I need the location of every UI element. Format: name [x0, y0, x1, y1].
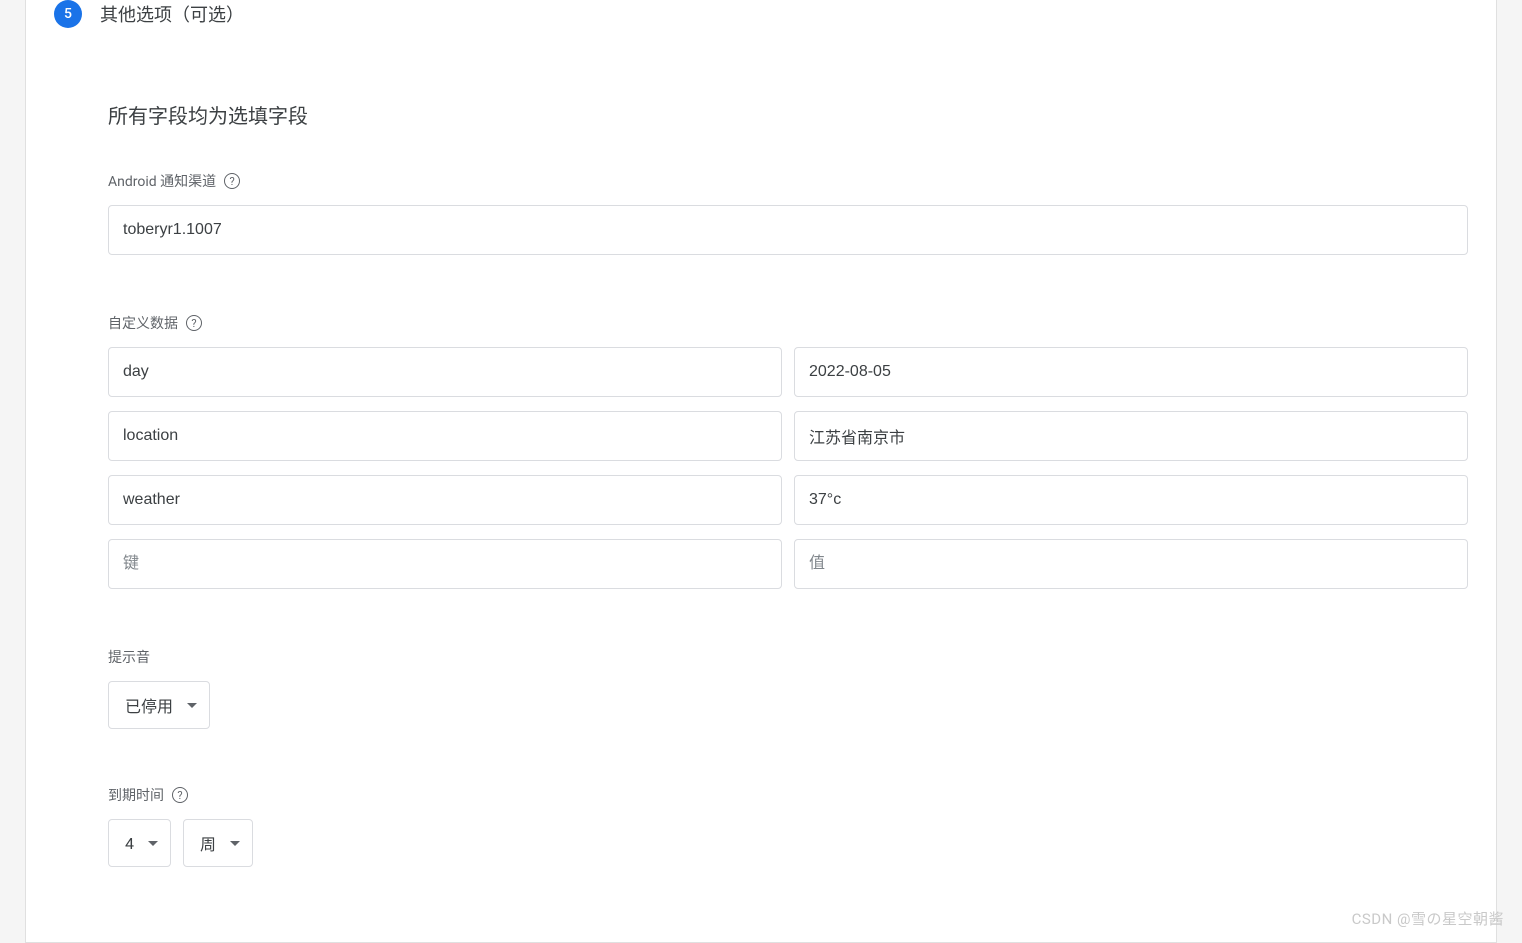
- expiry-unit-value: 周: [200, 831, 216, 855]
- android-channel-block: Android 通知渠道 ?: [108, 171, 1468, 255]
- kv-value-input[interactable]: [794, 411, 1468, 461]
- custom-data-block: 自定义数据 ?: [108, 313, 1468, 589]
- kv-row-empty: [108, 539, 1468, 589]
- step-header: 5 其他选项（可选）: [54, 0, 1468, 28]
- kv-row: [108, 411, 1468, 461]
- kv-value-input[interactable]: [794, 539, 1468, 589]
- kv-row: [108, 347, 1468, 397]
- custom-data-grid: [108, 347, 1468, 589]
- expiry-unit-select[interactable]: 周: [183, 819, 253, 867]
- sound-label: 提示音: [108, 647, 150, 667]
- sound-block: 提示音 已停用: [108, 647, 1468, 729]
- help-icon[interactable]: ?: [186, 315, 202, 331]
- expiry-amount-value: 4: [125, 834, 134, 853]
- watermark-text: CSDN @雪の星空朝酱: [1352, 908, 1504, 929]
- custom-data-label: 自定义数据: [108, 313, 178, 333]
- help-icon[interactable]: ?: [224, 173, 240, 189]
- expiry-block: 到期时间 ? 4 周: [108, 785, 1468, 867]
- step-number-badge: 5: [54, 0, 82, 28]
- sound-select-value: 已停用: [125, 693, 173, 717]
- kv-value-input[interactable]: [794, 475, 1468, 525]
- form-content: 所有字段均为选填字段 Android 通知渠道 ? 自定义数据 ?: [54, 28, 1468, 867]
- kv-key-input[interactable]: [108, 475, 782, 525]
- android-channel-label: Android 通知渠道: [108, 171, 216, 191]
- kv-value-input[interactable]: [794, 347, 1468, 397]
- kv-key-input[interactable]: [108, 347, 782, 397]
- expiry-label: 到期时间: [108, 785, 164, 805]
- sound-select[interactable]: 已停用: [108, 681, 210, 729]
- kv-key-input[interactable]: [108, 411, 782, 461]
- form-panel: 5 其他选项（可选） 所有字段均为选填字段 Android 通知渠道 ? 自定义…: [25, 0, 1497, 943]
- kv-row: [108, 475, 1468, 525]
- android-channel-input[interactable]: [108, 205, 1468, 255]
- chevron-down-icon: [230, 841, 240, 846]
- kv-key-input[interactable]: [108, 539, 782, 589]
- step-title: 其他选项（可选）: [100, 1, 244, 27]
- expiry-amount-select[interactable]: 4: [108, 819, 171, 867]
- chevron-down-icon: [187, 703, 197, 708]
- chevron-down-icon: [148, 841, 158, 846]
- help-icon[interactable]: ?: [172, 787, 188, 803]
- section-heading: 所有字段均为选填字段: [108, 100, 1468, 129]
